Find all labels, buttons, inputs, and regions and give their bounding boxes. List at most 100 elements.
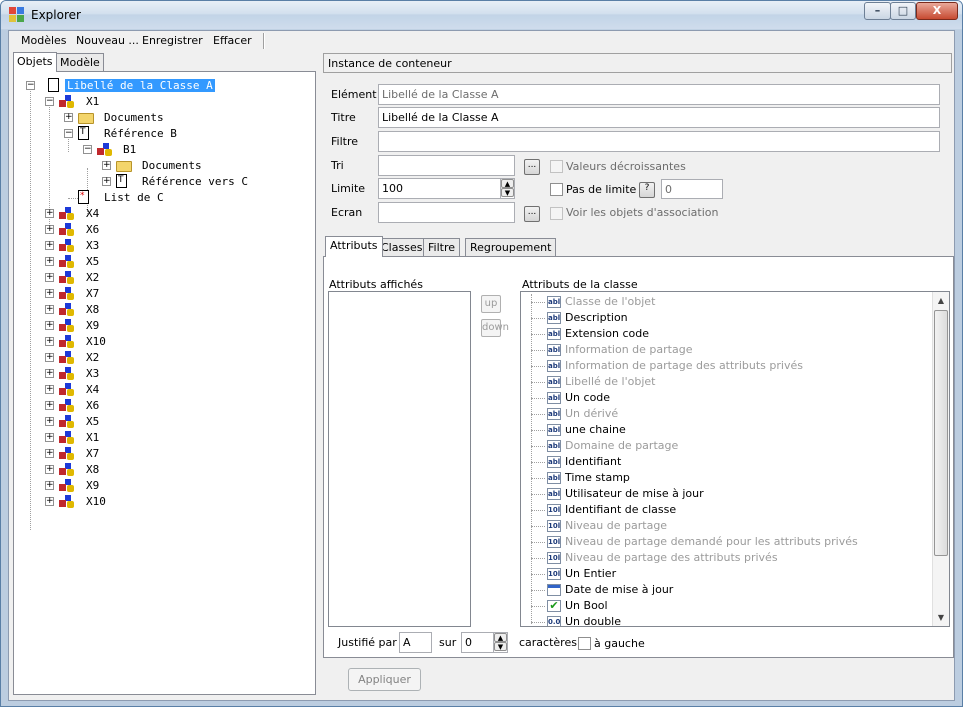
tree-node-label[interactable]: X5	[84, 255, 101, 268]
expand-icon[interactable]: +	[45, 353, 54, 362]
tree-node-label[interactable]: X7	[84, 447, 101, 460]
tree-node-sibling[interactable]: + X10	[14, 334, 314, 350]
tree-node-label[interactable]: X10	[84, 335, 108, 348]
scroll-up-icon[interactable]: ▲	[933, 292, 949, 309]
expand-icon[interactable]: +	[45, 305, 54, 314]
menu-modeles[interactable]: Modèles	[21, 34, 67, 47]
spin-down-icon[interactable]: ▼	[494, 642, 507, 651]
attribute-item[interactable]: abl Extension code	[521, 326, 931, 342]
apply-button[interactable]: Appliquer	[348, 668, 421, 691]
tree-node-label[interactable]: X7	[84, 287, 101, 300]
tree-node-b1[interactable]: − B1	[14, 142, 314, 158]
scroll-down-icon[interactable]: ▼	[933, 609, 949, 626]
pas-de-limite-field[interactable]: 0	[661, 179, 723, 199]
tree-root[interactable]: − Libellé de la Classe A	[14, 78, 314, 94]
attribute-item[interactable]: 10l Niveau de partage	[521, 518, 931, 534]
tab-filtre[interactable]: Filtre	[423, 238, 461, 256]
tab-objets[interactable]: Objets	[13, 52, 57, 72]
help-button[interactable]: ?	[639, 182, 655, 198]
limite-stepper[interactable]: 100 ▲ ▼	[378, 178, 515, 199]
menu-nouveau[interactable]: Nouveau ...	[76, 34, 139, 47]
sur-spin[interactable]: ▲ ▼	[493, 633, 507, 652]
expand-icon[interactable]: +	[102, 177, 111, 186]
tree-node-b1-documents[interactable]: + Documents	[14, 158, 314, 174]
expand-icon[interactable]: +	[45, 417, 54, 426]
expand-icon[interactable]: +	[45, 481, 54, 490]
tree-node-label[interactable]: X6	[84, 399, 101, 412]
expand-icon[interactable]: +	[45, 385, 54, 394]
tree-node-sibling[interactable]: + X4	[14, 382, 314, 398]
tree-node-label[interactable]: Documents	[140, 159, 204, 172]
spin-down-icon[interactable]: ▼	[501, 188, 514, 197]
close-button[interactable]: X	[916, 2, 958, 20]
tree-node-label[interactable]: X9	[84, 479, 101, 492]
tri-browse-button[interactable]: ...	[524, 159, 540, 175]
tree-node-label[interactable]: X4	[84, 207, 101, 220]
spin-up-icon[interactable]: ▲	[501, 179, 514, 188]
titre-field[interactable]: Libellé de la Classe A	[378, 107, 940, 128]
expand-icon[interactable]: +	[45, 257, 54, 266]
attributs-classe-list[interactable]: abl Classe de l'objet abl Description abl Ext…	[520, 291, 950, 627]
tree-node-sibling[interactable]: + X9	[14, 478, 314, 494]
tree-node-sibling[interactable]: + X4	[14, 206, 314, 222]
attribute-item[interactable]: abl Libellé de l'objet	[521, 374, 931, 390]
attribute-item[interactable]: 10l Identifiant de classe	[521, 502, 931, 518]
attribute-item[interactable]: 10l Niveau de partage des attributs privé…	[521, 550, 931, 566]
limite-spin[interactable]: ▲ ▼	[500, 179, 514, 198]
tree-node-label[interactable]: X9	[84, 319, 101, 332]
tree-node-label[interactable]: X4	[84, 383, 101, 396]
attribute-item[interactable]: abl une chaine	[521, 422, 931, 438]
tree-node-reference-b[interactable]: − T Référence B	[14, 126, 314, 142]
tree-node-sibling[interactable]: + X5	[14, 254, 314, 270]
voir-association-checkbox[interactable]	[550, 207, 563, 220]
tree-node-label[interactable]: X2	[84, 351, 101, 364]
expand-icon[interactable]: +	[45, 401, 54, 410]
tree-node-sibling[interactable]: + X7	[14, 286, 314, 302]
tree-node-label[interactable]: X10	[84, 495, 108, 508]
tab-attributs[interactable]: Attributs	[325, 236, 383, 257]
attribute-item[interactable]: abl Un dérivé	[521, 406, 931, 422]
expand-icon[interactable]: +	[45, 225, 54, 234]
tree-node-sibling[interactable]: + X6	[14, 398, 314, 414]
collapse-icon[interactable]: −	[83, 145, 92, 154]
sur-stepper[interactable]: 0 ▲ ▼	[461, 632, 508, 653]
maximize-button[interactable]: □	[890, 2, 916, 20]
tree-node-label[interactable]: List de C	[102, 191, 166, 204]
tree-node-label[interactable]: B1	[121, 143, 138, 156]
collapse-icon[interactable]: −	[45, 97, 54, 106]
pas-de-limite-checkbox[interactable]	[550, 183, 563, 196]
expand-icon[interactable]: +	[45, 241, 54, 250]
tree-node-sibling[interactable]: + X5	[14, 414, 314, 430]
tri-field[interactable]	[378, 155, 515, 176]
tree-node-sibling[interactable]: + X9	[14, 318, 314, 334]
tree-node-label[interactable]: X5	[84, 415, 101, 428]
ecran-field[interactable]	[378, 202, 515, 223]
tree-node-x1[interactable]: − X1	[14, 94, 314, 110]
attribute-item[interactable]: 10l Niveau de partage demandé pour les at…	[521, 534, 931, 550]
tree-node-label[interactable]: Documents	[102, 111, 166, 124]
menu-effacer[interactable]: Effacer	[213, 34, 252, 47]
tree-node-documents[interactable]: + Documents	[14, 110, 314, 126]
tree-node-sibling[interactable]: + X2	[14, 350, 314, 366]
tree-node-sibling[interactable]: + X7	[14, 446, 314, 462]
tab-classes[interactable]: Classes	[376, 238, 428, 256]
expand-icon[interactable]: +	[45, 337, 54, 346]
attribute-item[interactable]: abl Utilisateur de mise à jour	[521, 486, 931, 502]
tree-node-label[interactable]: Référence vers C	[140, 175, 250, 188]
a-gauche-checkbox[interactable]	[578, 637, 591, 650]
tree-node-reference-c[interactable]: + T Référence vers C	[14, 174, 314, 190]
tree-node-sibling[interactable]: + X3	[14, 238, 314, 254]
attribute-item[interactable]: abl Information de partage	[521, 342, 931, 358]
tree-node-label[interactable]: X3	[84, 367, 101, 380]
object-tree[interactable]: − Libellé de la Classe A − X1 + Document…	[13, 71, 316, 695]
tree-node-sibling[interactable]: + X2	[14, 270, 314, 286]
tree-node-label[interactable]: Référence B	[102, 127, 179, 140]
minimize-button[interactable]: –	[864, 2, 891, 20]
expand-icon[interactable]: +	[45, 273, 54, 282]
tree-node-list-c[interactable]: * List de C	[14, 190, 314, 206]
tree-node-label[interactable]: X1	[84, 95, 101, 108]
tree-node-label[interactable]: X3	[84, 239, 101, 252]
tree-node-label[interactable]: X8	[84, 463, 101, 476]
up-button[interactable]: up	[481, 295, 501, 313]
tree-node-label[interactable]: X6	[84, 223, 101, 236]
